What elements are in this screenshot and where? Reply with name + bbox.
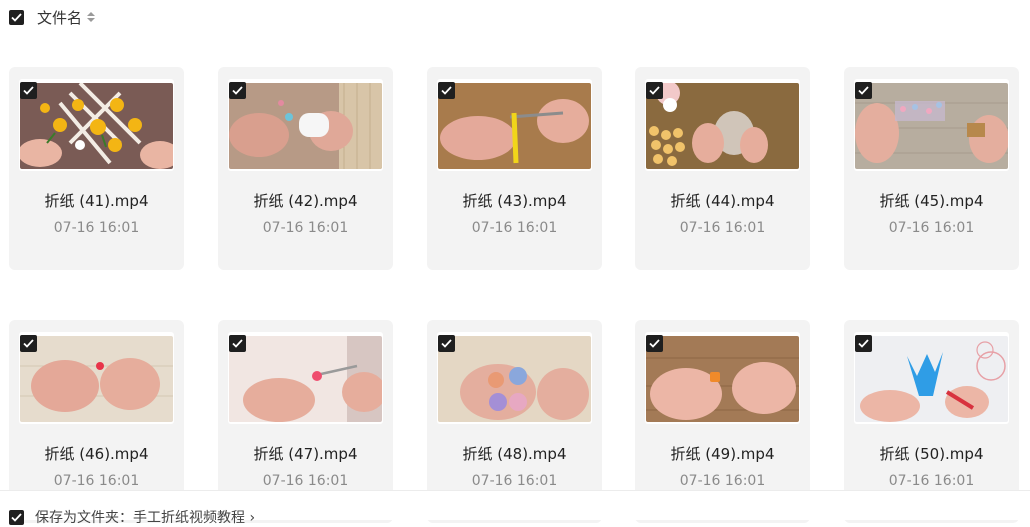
file-checkbox[interactable] [855,82,872,99]
video-thumbnail[interactable] [19,332,174,424]
file-checkbox[interactable] [20,82,37,99]
file-checkbox[interactable] [229,335,246,352]
sort-icon[interactable] [87,12,96,22]
file-date: 07-16 16:01 [679,220,766,236]
file-name: 折纸 (45).mp4 [879,192,984,210]
save-folder-checkbox[interactable] [9,510,24,525]
file-date: 07-16 16:01 [262,220,349,236]
file-checkbox[interactable] [855,335,872,352]
file-date: 07-16 16:01 [53,473,140,489]
file-name: 折纸 (44).mp4 [670,192,775,210]
file-checkbox[interactable] [438,82,455,99]
file-name: 折纸 (43).mp4 [462,192,567,210]
file-checkbox[interactable] [646,335,663,352]
file-card[interactable]: 折纸 (41).mp4 07-16 16:01 [9,67,184,270]
video-thumbnail[interactable] [854,79,1009,171]
file-card[interactable]: 折纸 (45).mp4 07-16 16:01 [844,67,1019,270]
video-thumbnail[interactable] [645,332,800,424]
save-bar: 保存为文件夹：手工折纸视频教程 › [0,490,1030,526]
file-checkbox[interactable] [229,82,246,99]
file-name: 折纸 (48).mp4 [462,445,567,463]
save-folder-link[interactable]: 保存为文件夹：手工折纸视频教程 › [35,507,255,527]
file-date: 07-16 16:01 [679,473,766,489]
file-date: 07-16 16:01 [471,220,558,236]
file-checkbox[interactable] [20,335,37,352]
file-checkbox[interactable] [438,335,455,352]
file-card[interactable]: 折纸 (42).mp4 07-16 16:01 [218,67,393,270]
file-name: 折纸 (50).mp4 [879,445,984,463]
video-thumbnail[interactable] [228,332,383,424]
file-card[interactable]: 折纸 (44).mp4 07-16 16:01 [635,67,810,270]
video-thumbnail[interactable] [19,79,174,171]
file-name: 折纸 (49).mp4 [670,445,775,463]
file-name: 折纸 (41).mp4 [44,192,149,210]
list-header: 文件名 [9,7,96,28]
video-thumbnail[interactable] [854,332,1009,424]
video-thumbnail[interactable] [228,79,383,171]
file-name: 折纸 (42).mp4 [253,192,358,210]
file-date: 07-16 16:01 [262,473,349,489]
file-name: 折纸 (47).mp4 [253,445,358,463]
sort-by-filename[interactable]: 文件名 [37,7,82,28]
video-thumbnail[interactable] [645,79,800,171]
video-thumbnail[interactable] [437,332,592,424]
file-date: 07-16 16:01 [888,220,975,236]
file-checkbox[interactable] [646,82,663,99]
select-all-checkbox[interactable] [9,9,24,25]
file-date: 07-16 16:01 [888,473,975,489]
file-date: 07-16 16:01 [53,220,140,236]
file-card[interactable]: 折纸 (43).mp4 07-16 16:01 [427,67,602,270]
file-date: 07-16 16:01 [471,473,558,489]
video-thumbnail[interactable] [437,79,592,171]
file-name: 折纸 (46).mp4 [44,445,149,463]
